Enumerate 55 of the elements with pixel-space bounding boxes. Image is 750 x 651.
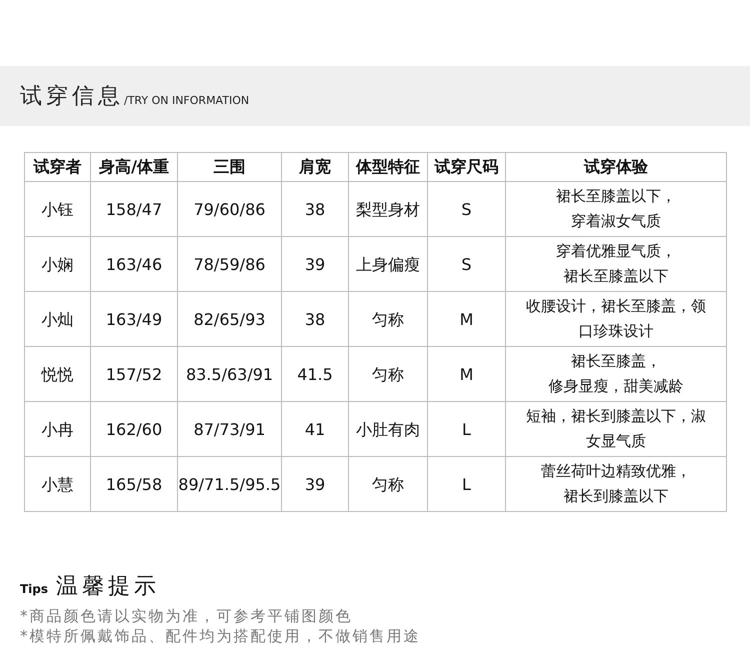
tips-title: 温馨提示 — [56, 573, 160, 601]
column-header: 体型特征 — [348, 152, 428, 182]
table-cell: 79/60/86 — [178, 182, 282, 236]
tips-label: Tips — [20, 581, 48, 598]
table-cell: 165/58 — [90, 456, 178, 512]
table-cell: 小冉 — [24, 402, 90, 456]
table-cell: 小娴 — [24, 236, 90, 292]
table-cell: 83.5/63/91 — [178, 346, 282, 402]
table-cell: S — [428, 182, 506, 236]
table-cell: 163/46 — [90, 236, 178, 292]
table-cell: 41.5 — [282, 346, 348, 402]
table-cell: 78/59/86 — [178, 236, 282, 292]
table-cell: 收腰设计，裙长至膝盖，领 口珍珠设计 — [506, 292, 726, 346]
table-cell: 短袖，裙长到膝盖以下，淑 女显气质 — [506, 402, 726, 456]
table-cell: 162/60 — [90, 402, 178, 456]
tip-note: *模特所佩戴饰品、配件均为搭配使用，不做销售用途 — [20, 626, 422, 646]
table-cell: 39 — [282, 236, 348, 292]
table-cell: 小灿 — [24, 292, 90, 346]
table-cell: 匀称 — [348, 456, 428, 512]
column-header: 试穿者 — [24, 152, 90, 182]
table-cell: 裙长至膝盖以下， 穿着淑女气质 — [506, 182, 726, 236]
table-cell: S — [428, 236, 506, 292]
table-cell: 小慧 — [24, 456, 90, 512]
table-cell: 87/73/91 — [178, 402, 282, 456]
table-cell: 82/65/93 — [178, 292, 282, 346]
column-header: 肩宽 — [282, 152, 348, 182]
section-subtitle: /TRY ON INFORMATION — [124, 94, 250, 106]
table-cell: 39 — [282, 456, 348, 512]
table-cell: 悦悦 — [24, 346, 90, 402]
table-cell: 41 — [282, 402, 348, 456]
table-cell: 158/47 — [90, 182, 178, 236]
table-cell: 小钰 — [24, 182, 90, 236]
column-header: 身高/体重 — [90, 152, 178, 182]
column-header: 试穿尺码 — [428, 152, 506, 182]
table-cell: 匀称 — [348, 346, 428, 402]
section-title: 试穿信息 — [20, 83, 124, 111]
table-cell: 裙长至膝盖， 修身显瘦，甜美减龄 — [506, 346, 726, 402]
column-header: 试穿体验 — [506, 152, 726, 182]
table-cell: 上身偏瘦 — [348, 236, 428, 292]
table-cell: 梨型身材 — [348, 182, 428, 236]
table-cell: 38 — [282, 292, 348, 346]
table-cell: 157/52 — [90, 346, 178, 402]
table-cell: 89/71.5/95.5 — [178, 456, 282, 512]
table-cell: 小肚有肉 — [348, 402, 428, 456]
table-cell: L — [428, 456, 506, 512]
table-cell: 穿着优雅显气质， 裙长至膝盖以下 — [506, 236, 726, 292]
tip-note: *商品颜色请以实物为准，可参考平铺图颜色 — [20, 606, 354, 626]
table-cell: 蕾丝荷叶边精致优雅， 裙长到膝盖以下 — [506, 456, 726, 512]
table-cell: L — [428, 402, 506, 456]
table-cell: 38 — [282, 182, 348, 236]
table-cell: 163/49 — [90, 292, 178, 346]
table-cell: M — [428, 292, 506, 346]
table-cell: 匀称 — [348, 292, 428, 346]
column-header: 三围 — [178, 152, 282, 182]
table-cell: M — [428, 346, 506, 402]
